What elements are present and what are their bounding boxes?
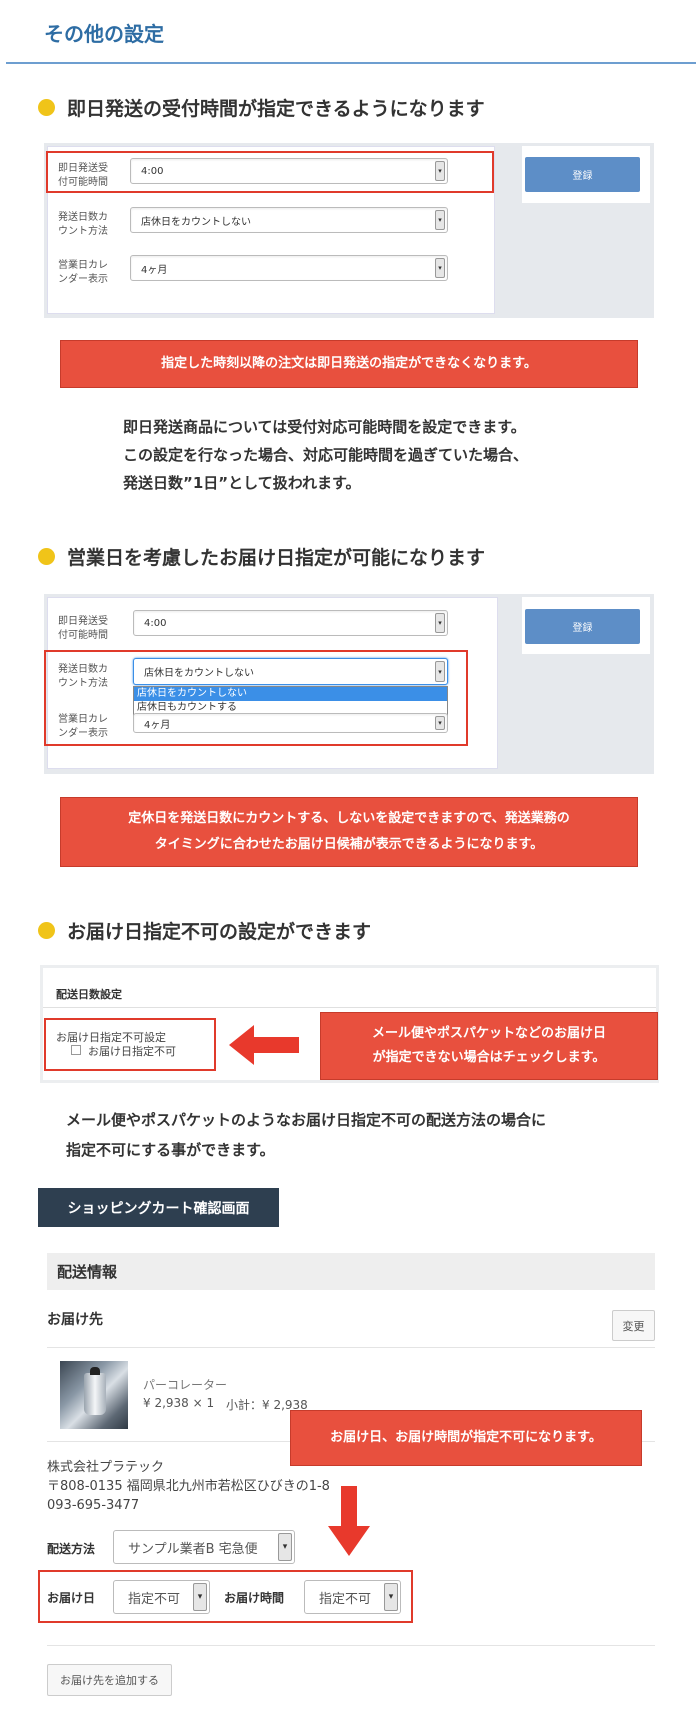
info-banner-1: 指定した時刻以降の注文は即日発送の指定ができなくなります。 bbox=[60, 340, 638, 388]
section3-heading: お届け日指定不可の設定ができます bbox=[38, 917, 371, 944]
divider bbox=[47, 1347, 655, 1348]
title-divider bbox=[6, 62, 696, 64]
chevron-down-icon: ▾ bbox=[435, 161, 445, 181]
count-method-select[interactable]: 店休日をカウントしない ▾ bbox=[130, 207, 448, 233]
address-phone: 093-695-3477 bbox=[47, 1498, 140, 1513]
register-button[interactable]: 登録 bbox=[525, 609, 640, 644]
count-method-dropdown: 店休日をカウントしない 店休日もカウントする bbox=[133, 686, 448, 716]
delivery-date-label: お届け日 bbox=[47, 1591, 96, 1605]
section1-heading: 即日発送の受付時間が指定できるようになります bbox=[38, 94, 485, 121]
shipping-method-label: 配送方法 bbox=[47, 1542, 96, 1556]
callout-banner: メール便やポスパケットなどのお届け日 が指定できない場合はチェックします。 bbox=[320, 1012, 658, 1080]
field-label-count-method: 発送日数カウント方法 bbox=[58, 664, 108, 689]
delivery-date-disable-checkbox[interactable] bbox=[71, 1045, 81, 1055]
address-company: 株式会社プラテック bbox=[47, 1460, 165, 1475]
chevron-down-icon: ▾ bbox=[278, 1533, 292, 1561]
panel-title: 配送日数設定 bbox=[56, 988, 122, 1001]
shipping-method-select[interactable]: サンプル業者B 宅急便 ▾ bbox=[113, 1530, 295, 1564]
chevron-down-icon: ▾ bbox=[435, 210, 445, 230]
accept-time-select[interactable]: 4:00 ▾ bbox=[130, 158, 448, 184]
destination-label: お届け先 bbox=[47, 1312, 103, 1328]
chevron-down-icon: ▾ bbox=[193, 1583, 207, 1611]
chevron-down-icon: ▾ bbox=[435, 716, 445, 730]
accept-time-select[interactable]: 4:00 ▾ bbox=[133, 610, 448, 636]
section3-description: メール便やポスパケットのようなお届け日指定不可の配送方法の場合に 指定不可にする… bbox=[66, 1111, 547, 1159]
field-label-accept-time: 即日発送受付可能時間 bbox=[58, 616, 108, 641]
bullet-icon bbox=[38, 922, 55, 939]
section2-heading: 営業日を考慮したお届け日指定が可能になります bbox=[38, 543, 485, 570]
chevron-down-icon: ▾ bbox=[435, 258, 445, 278]
delivery-date-select[interactable]: 指定不可 ▾ bbox=[113, 1580, 210, 1614]
register-button[interactable]: 登録 bbox=[525, 157, 640, 192]
chevron-down-icon: ▾ bbox=[435, 613, 445, 633]
field-label-accept-time: 即日発送受付可能時間 bbox=[58, 163, 108, 188]
section1-heading-text: 即日発送の受付時間が指定できるようになります bbox=[67, 98, 485, 120]
chevron-down-icon: ▾ bbox=[435, 661, 445, 682]
chevron-down-icon: ▾ bbox=[384, 1583, 398, 1611]
section2-heading-text: 営業日を考慮したお届け日指定が可能になります bbox=[67, 547, 486, 569]
cart-screen-heading: ショッピングカート確認画面 bbox=[38, 1188, 279, 1227]
shipping-address: 株式会社プラテック 〒808-0135 福岡県北九州市若松区ひびきの1-8 09… bbox=[47, 1458, 330, 1515]
delivery-time-select[interactable]: 指定不可 ▾ bbox=[304, 1580, 401, 1614]
product-price-qty: ¥ 2,938 × 1 bbox=[143, 1396, 215, 1410]
product-name: パーコレーター bbox=[143, 1378, 228, 1392]
section3-heading-text: お届け日指定不可の設定ができます bbox=[67, 921, 372, 943]
field-label-calendar: 営業日カレンダー表示 bbox=[58, 714, 108, 739]
change-button[interactable]: 変更 bbox=[612, 1310, 655, 1341]
field-label-calendar: 営業日カレンダー表示 bbox=[58, 260, 108, 285]
section1-description: 即日発送商品については受付対応可能時間を設定できます。 この設定を行なった場合、… bbox=[123, 418, 529, 492]
divider bbox=[47, 1645, 655, 1646]
field-label-count-method: 発送日数カウント方法 bbox=[58, 212, 108, 237]
shipping-info-header: 配送情報 bbox=[47, 1253, 655, 1290]
bullet-icon bbox=[38, 99, 55, 116]
add-destination-button[interactable]: お届け先を追加する bbox=[47, 1664, 172, 1696]
info-banner-2: 定休日を発送日数にカウントする、しないを設定できますので、発送業務の タイミング… bbox=[60, 797, 638, 867]
delivery-time-label: お届け時間 bbox=[224, 1591, 285, 1605]
count-method-select-open[interactable]: 店休日をカウントしない ▾ bbox=[133, 658, 448, 685]
arrow-down-icon bbox=[328, 1486, 370, 1556]
calendar-select[interactable]: 4ヶ月 ▾ bbox=[130, 255, 448, 281]
address-line: 〒808-0135 福岡県北九州市若松区ひびきの1-8 bbox=[47, 1479, 330, 1494]
page-title: その他の設定 bbox=[44, 22, 164, 46]
arrow-left-icon bbox=[229, 1025, 299, 1065]
checkbox-label: お届け日指定不可 bbox=[88, 1045, 176, 1058]
calendar-select[interactable]: 4ヶ月 ▾ bbox=[133, 713, 448, 733]
bullet-icon bbox=[38, 548, 55, 565]
callout-banner: お届け日、お届け時間が指定不可になります。 bbox=[290, 1410, 642, 1466]
dropdown-option[interactable]: 店休日をカウントしない bbox=[134, 687, 447, 701]
panel-divider bbox=[43, 1007, 656, 1008]
product-thumbnail bbox=[60, 1361, 128, 1429]
